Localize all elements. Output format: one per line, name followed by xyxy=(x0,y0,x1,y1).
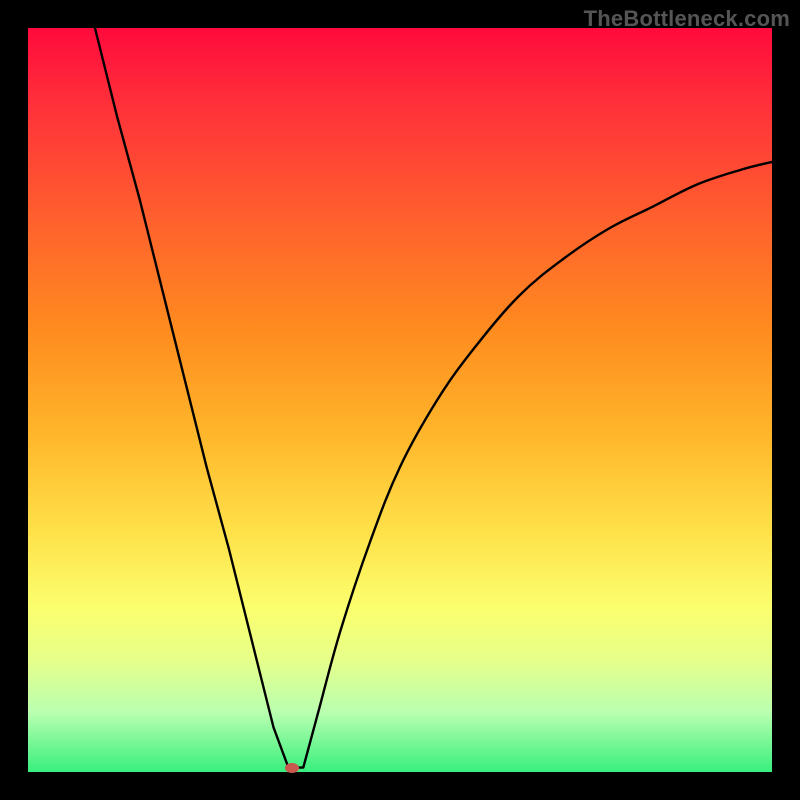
plot-area xyxy=(28,28,772,772)
bottleneck-curve xyxy=(28,28,772,772)
watermark-text: TheBottleneck.com xyxy=(584,6,790,32)
chart-frame: TheBottleneck.com xyxy=(0,0,800,800)
